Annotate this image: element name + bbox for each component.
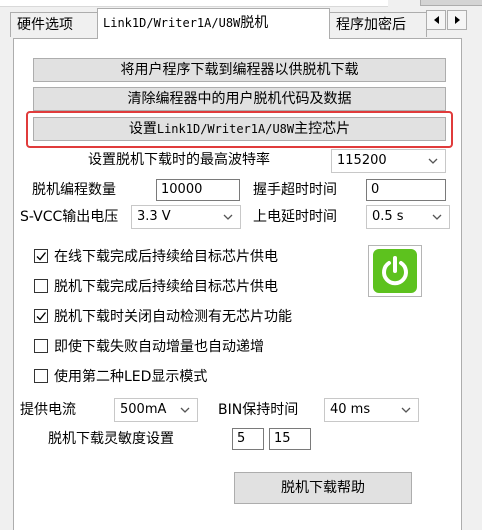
program-count-label: 脱机编程数量 (32, 182, 116, 198)
bin-hold-select[interactable]: 40 ms (324, 398, 419, 422)
checkbox-led-mode-2[interactable]: 使用第二种LED显示模式 (34, 365, 207, 387)
scroll-right-icon (454, 16, 460, 24)
checkbox-label: 脱机下载时关闭自动检测有无芯片功能 (54, 309, 292, 325)
checkbox-increment-on-fail[interactable]: 即使下载失败自动增量也自动递增 (34, 335, 264, 357)
checkbox-box[interactable] (34, 249, 48, 263)
power-delay-label: 上电延时时间 (253, 209, 337, 225)
chevron-down-icon (428, 158, 438, 164)
checkmark-icon (36, 312, 47, 321)
tab-bar: 硬件选项 Link1D/Writer1A/U8W脱机 程序加密后 (0, 8, 482, 39)
chevron-down-icon (401, 407, 411, 413)
checkbox-label: 使用第二种LED显示模式 (54, 369, 208, 385)
sensitivity-label: 脱机下载灵敏度设置 (48, 431, 174, 447)
supply-current-label: 提供电流 (20, 402, 76, 418)
clear-offline-code-button[interactable]: 清除编程器中的用户脱机代码及数据 (33, 87, 446, 111)
checkbox-box[interactable] (34, 279, 48, 293)
svcc-voltage-label: S-VCC输出电压 (20, 209, 119, 225)
sensitivity-field-1[interactable]: 5 (232, 428, 264, 450)
chevron-down-icon (223, 214, 233, 220)
tab-hardware-options[interactable]: 硬件选项 (10, 12, 98, 37)
scroll-left-icon (433, 16, 439, 24)
tab-scroll-buttons (426, 10, 468, 32)
scroll-left-button[interactable] (426, 10, 446, 30)
checkbox-disable-chip-detect[interactable]: 脱机下载时关闭自动检测有无芯片功能 (34, 305, 292, 327)
chevron-down-icon (180, 407, 190, 413)
power-button[interactable] (368, 245, 422, 297)
chevron-down-icon (432, 214, 442, 220)
offline-download-help-button[interactable]: 脱机下载帮助 (234, 472, 412, 504)
sensitivity-field-2[interactable]: 15 (269, 428, 311, 450)
tab-link-offline[interactable]: Link1D/Writer1A/U8W脱机 (97, 8, 330, 39)
checkbox-box[interactable] (34, 369, 48, 383)
checkbox-box[interactable] (34, 339, 48, 353)
checkbox-label: 在线下载完成后持续给目标芯片供电 (54, 249, 278, 265)
power-delay-select[interactable]: 0.5 s (366, 205, 450, 229)
supply-current-select[interactable]: 500mA (114, 398, 198, 422)
checkbox-label: 即使下载失败自动增量也自动递增 (54, 339, 264, 355)
download-user-program-button[interactable]: 将用户程序下载到编程器以供脱机下载 (33, 58, 446, 82)
scroll-right-button[interactable] (447, 10, 467, 30)
checkbox-box[interactable] (34, 309, 48, 323)
max-baud-label: 设置脱机下载时的最高波特率 (88, 152, 270, 168)
program-count-field[interactable]: 10000 (156, 179, 240, 201)
max-baud-select[interactable]: 115200 (331, 149, 446, 173)
checkbox-offline-power-keep[interactable]: 脱机下载完成后持续给目标芯片供电 (34, 275, 278, 297)
svcc-voltage-select[interactable]: 3.3 V (131, 205, 241, 229)
handshake-timeout-label: 握手超时时间 (253, 182, 337, 198)
checkbox-label: 脱机下载完成后持续给目标芯片供电 (54, 279, 278, 295)
tab-program-encrypt[interactable]: 程序加密后 (329, 12, 427, 37)
bin-hold-label: BIN保持时间 (218, 402, 299, 418)
highlight-box (26, 111, 453, 148)
handshake-timeout-field[interactable]: 0 (366, 179, 446, 201)
power-icon (373, 249, 417, 293)
window-top-strip (0, 0, 482, 8)
checkmark-icon (36, 252, 47, 261)
checkbox-online-power-keep[interactable]: 在线下载完成后持续给目标芯片供电 (34, 245, 278, 267)
